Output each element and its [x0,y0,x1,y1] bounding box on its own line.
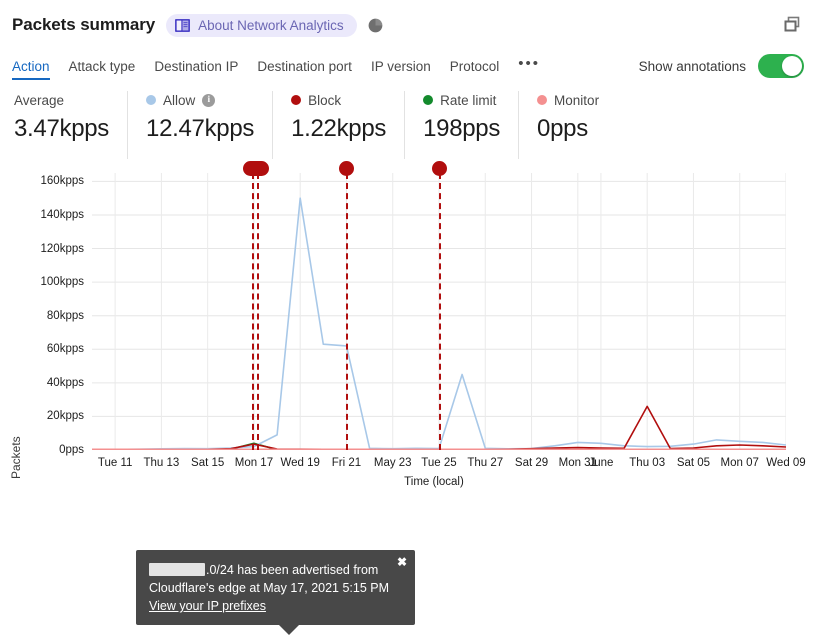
packets-chart: Packets 0pps 20kpps 40kpps 60kpps 80kpps 100k… [0,159,816,635]
stat-rate-limit-label: Rate limit [440,92,497,108]
y-tick-label: 140kpps [40,208,84,221]
x-tick-label: Mon 17 [234,457,274,469]
y-tick-label: 160kpps [40,175,84,188]
block-color-dot-icon [291,95,302,105]
tab-ip-version[interactable]: IP version [371,59,431,82]
about-badge-label: About Network Analytics [198,17,344,33]
tab-destination-ip[interactable]: Destination IP [154,59,238,82]
y-tick-label: 0pps [59,444,84,456]
stat-block-label: Block [308,92,342,108]
stat-block-label-row: Block [291,91,386,109]
about-network-analytics-badge[interactable]: About Network Analytics [166,13,357,37]
x-tick-label: Wed 09 [766,457,806,469]
stat-rate-limit-value: 198pps [423,115,501,142]
y-tick-label: 120kpps [40,242,84,255]
tab-destination-port[interactable]: Destination port [257,59,352,82]
tooltip-line-1: .0/24 has been advertised from [149,561,402,579]
stat-block: Block 1.22kpps [272,91,404,159]
pie-chart-icon[interactable] [368,18,383,33]
x-tick-label: May 23 [373,457,412,469]
x-tick-label: Fri 21 [331,457,362,469]
y-tick-label: 40kpps [46,376,84,389]
book-icon [175,18,191,32]
annotation-tooltip: ✖ .0/24 has been advertised from Cloudfl… [136,550,415,625]
x-tick-label: Thu 27 [467,457,504,469]
x-tick-label: Wed 19 [280,457,320,469]
x-tick-label: Thu 13 [143,457,180,469]
annotation-line [256,173,259,450]
annotation-line [346,173,349,450]
stat-allow-label: Allow [163,92,196,108]
stat-average-value: 3.47kpps [14,115,110,142]
monitor-color-dot-icon [537,95,548,105]
info-icon[interactable]: i [202,93,216,107]
restore-window-icon[interactable] [782,14,804,36]
stat-rate-limit: Rate limit 198pps [404,91,518,159]
stat-allow-value: 12.47kpps [146,115,255,142]
tooltip-line-2: Cloudflare's edge at May 17, 2021 5:15 P… [149,581,390,595]
x-tick-label: Sat 29 [514,457,549,469]
tab-attack-type[interactable]: Attack type [69,59,136,82]
annotation-marker[interactable] [242,161,269,176]
show-annotations-label: Show annotations [638,58,746,74]
x-tick-label: Sat 15 [191,457,225,469]
allow-color-dot-icon [146,95,157,105]
x-tick-label: Tue 25 [421,457,457,469]
tab-action[interactable]: Action [12,59,50,82]
stat-allow: Allow i 12.47kpps [127,91,272,159]
annotation-line [439,173,441,450]
filter-tabs: Action Attack type Destination IP Destin… [0,40,816,82]
stat-rate-limit-label-row: Rate limit [423,91,500,109]
y-tick-label: 80kpps [46,309,84,322]
page-header: Packets summary About Network Analytics [0,0,816,40]
stat-allow-label-row: Allow i [146,91,254,109]
summary-stats: Average 3.47kpps Allow i 12.47kpps Block… [0,91,816,159]
x-axis-title: Time (local) [404,476,464,488]
show-annotations-control: Show annotations [639,54,804,82]
stat-average-label: Average [14,92,65,108]
y-tick-label: 20kpps [46,410,84,423]
tooltip-arrow [276,622,302,635]
annotation-line [251,173,254,450]
redacted-ip [149,563,205,576]
stat-block-value: 1.22kpps [291,115,387,142]
tab-overflow-menu[interactable]: ••• [518,55,540,82]
stat-monitor-label-row: Monitor [537,91,599,109]
stat-average-label-row: Average [14,91,109,109]
x-tick-label: Sat 05 [676,457,711,469]
y-tick-label: 60kpps [46,343,84,356]
close-icon[interactable]: ✖ [397,555,407,569]
y-axis-ticks: 0pps 20kpps 40kpps 60kpps 80kpps 100kpps 120kp… [0,159,84,504]
y-tick-label: 100kpps [40,276,84,289]
stat-monitor: Monitor 0pps [518,91,617,159]
page-title: Packets summary [12,15,156,34]
x-tick-label: Tue 11 [97,457,133,469]
tab-protocol[interactable]: Protocol [450,59,500,82]
x-tick-label: Thu 03 [629,457,666,469]
show-annotations-toggle[interactable] [758,54,804,78]
stat-monitor-label: Monitor [554,92,600,108]
stat-monitor-value: 0pps [537,115,588,142]
x-tick-label: Mon 07 [720,457,759,469]
annotation-marker[interactable] [432,161,447,176]
view-ip-prefixes-link[interactable]: View your IP prefixes [149,599,266,613]
stat-average: Average 3.47kpps [12,91,127,159]
toggle-knob [782,56,802,76]
rate-limit-color-dot-icon [423,95,434,105]
tooltip-line-1-text: .0/24 has been advertised from [206,563,379,577]
x-tick-label: June [588,457,614,469]
